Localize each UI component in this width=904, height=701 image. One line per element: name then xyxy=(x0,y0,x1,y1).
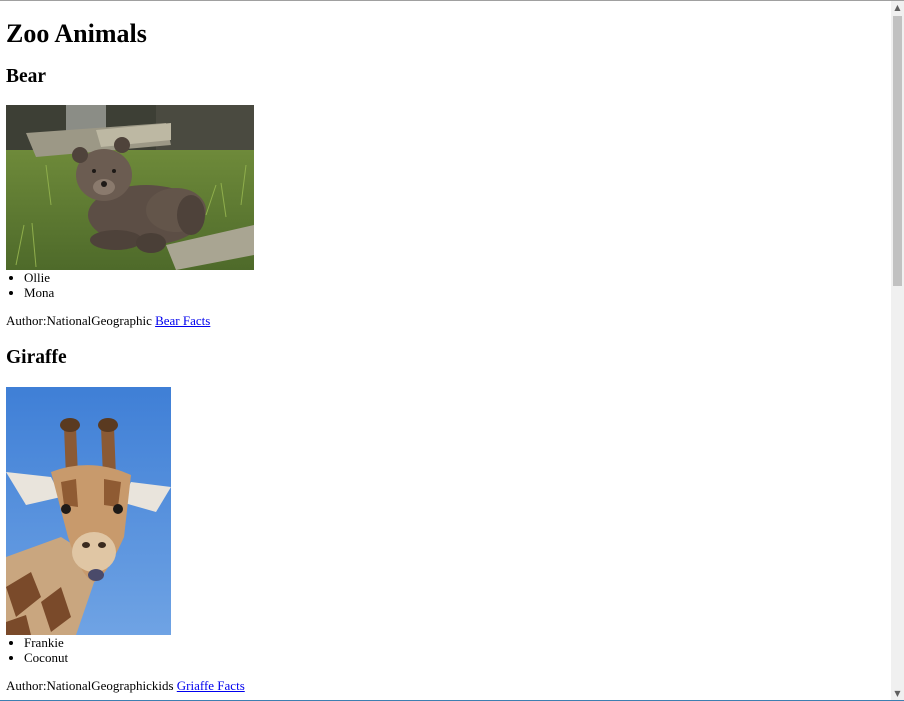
list-item: Ollie xyxy=(24,270,254,285)
page-content: Zoo Animals xyxy=(0,1,891,49)
animal-section-bear: Bear • Ollie • Mona Author:NationalGeogr… xyxy=(6,65,254,328)
giraffe-facts-link[interactable]: Griaffe Facts xyxy=(177,678,245,693)
bear-photo xyxy=(6,105,254,270)
author-line: Author:NationalGeographic Bear Facts xyxy=(6,313,254,328)
bear-facts-link[interactable]: Bear Facts xyxy=(155,313,210,328)
page-viewport: Zoo Animals Bear • Ollie • Mona Author:N… xyxy=(0,1,891,700)
giraffe-photo xyxy=(6,387,171,635)
list-item: Coconut xyxy=(24,650,245,665)
animal-heading: Bear xyxy=(6,66,47,87)
list-item: Frankie xyxy=(24,635,245,650)
list-item: Mona xyxy=(24,285,254,300)
animal-heading: Giraffe xyxy=(6,347,67,368)
author-label: Author:NationalGeographickids xyxy=(6,678,174,693)
keeper-list: Frankie Coconut xyxy=(6,635,245,665)
keeper-list: Ollie Mona xyxy=(6,270,254,300)
page-title: Zoo Animals xyxy=(6,19,147,48)
animal-section-giraffe: Giraffe • Frankie • Coconut Author:Natio… xyxy=(6,346,245,693)
vertical-scrollbar[interactable]: ▲ ▼ xyxy=(891,1,904,700)
author-line: Author:NationalGeographickids Griaffe Fa… xyxy=(6,678,245,693)
author-label: Author:NationalGeographic xyxy=(6,313,152,328)
scroll-down-arrow-icon[interactable]: ▼ xyxy=(891,687,904,700)
scroll-up-arrow-icon[interactable]: ▲ xyxy=(891,1,904,14)
scroll-thumb[interactable] xyxy=(893,16,902,286)
